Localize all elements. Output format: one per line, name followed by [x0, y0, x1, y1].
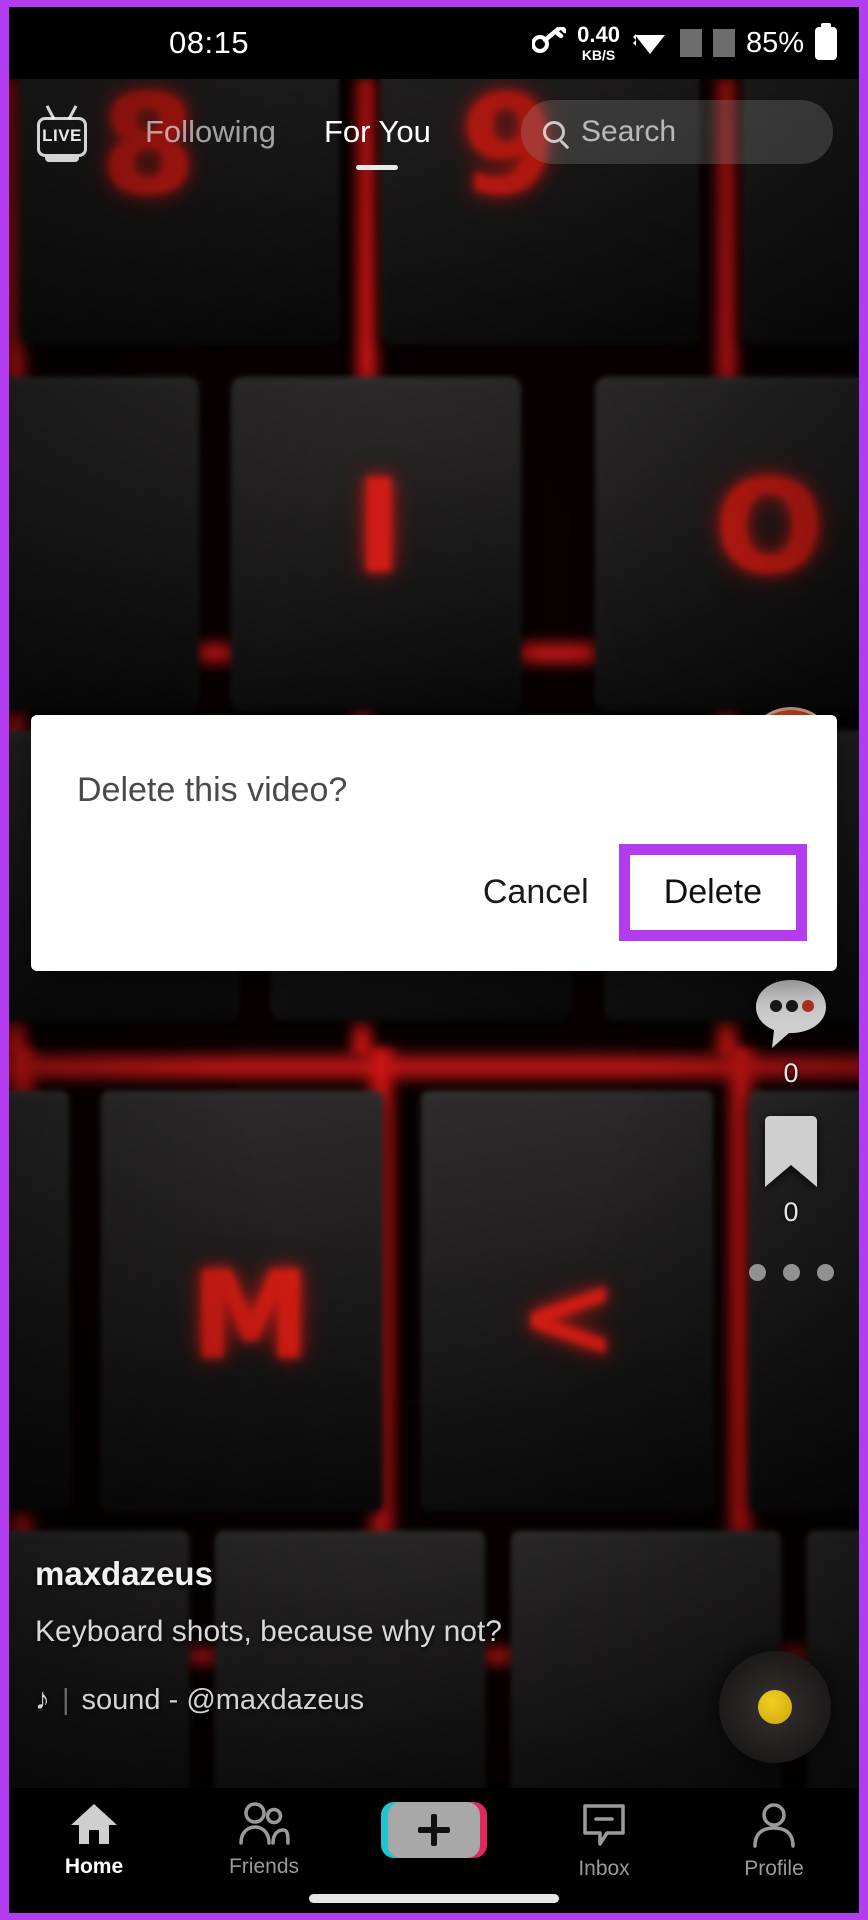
comment-button[interactable]: 0 [752, 976, 830, 1089]
nav-label-inbox: Inbox [578, 1857, 630, 1880]
network-speed: 0.40 KB/S [577, 22, 620, 63]
nav-item-friends[interactable]: Friends [179, 1802, 349, 1879]
bookmark-icon [765, 1116, 817, 1187]
search-placeholder: Search [581, 115, 677, 148]
sim1-signal-icon [680, 29, 702, 57]
active-tab-indicator [356, 165, 399, 170]
nav-item-create[interactable] [349, 1802, 519, 1867]
top-navigation: LIVE Following For You Search [9, 97, 859, 170]
screenshot-frame: 8 9 I O M < 08:15 0.40 KB/S 85% LIVE Fol… [0, 0, 868, 1920]
tab-for-you[interactable]: For You [322, 110, 433, 170]
comment-count: 0 [783, 1058, 799, 1088]
home-icon [71, 1804, 117, 1844]
wifi-icon [631, 26, 669, 61]
home-indicator [309, 1894, 559, 1903]
dialog-actions: Cancel Delete [31, 810, 837, 971]
inbox-icon [583, 1804, 625, 1846]
music-separator: | [62, 1683, 70, 1716]
music-label: sound - @maxdazeus [81, 1683, 365, 1716]
status-bar: 08:15 0.40 KB/S 85% [9, 7, 859, 79]
battery-percent: 85% [745, 26, 804, 59]
key-icon [531, 23, 568, 60]
caption-text: Keyboard shots, because why not? [35, 1615, 502, 1648]
delete-button[interactable]: Delete [629, 855, 796, 930]
search-button[interactable]: Search [521, 100, 833, 164]
profile-icon [753, 1803, 795, 1848]
video-caption: maxdazeus Keyboard shots, because why no… [35, 1555, 595, 1717]
music-note-icon: ♪ [35, 1683, 50, 1716]
search-icon [543, 121, 565, 143]
delete-confirm-dialog: Delete this video? Cancel Delete [31, 715, 837, 971]
sim2-signal-icon [713, 29, 735, 57]
nav-item-profile[interactable]: Profile [689, 1802, 859, 1881]
nav-label-home: Home [64, 1855, 124, 1878]
nav-item-home[interactable]: Home [9, 1802, 179, 1879]
net-speed-unit: KB/S [581, 47, 616, 63]
tab-following-label: Following [145, 114, 276, 149]
nav-label-friends: Friends [228, 1855, 300, 1878]
tab-following[interactable]: Following [143, 110, 278, 154]
nav-label-profile: Profile [744, 1857, 804, 1880]
dialog-title: Delete this video? [77, 771, 348, 809]
create-plus-icon[interactable] [381, 1802, 487, 1858]
battery-icon [815, 26, 837, 60]
comment-icon [756, 980, 826, 1048]
music-info[interactable]: ♪ | sound - @maxdazeus [35, 1683, 595, 1717]
tab-for-you-label: For You [323, 114, 431, 149]
status-clock: 08:15 [169, 25, 250, 60]
phone-screen: 8 9 I O M < 08:15 0.40 KB/S 85% LIVE Fol… [9, 7, 859, 1913]
share-dots-icon[interactable] [748, 1264, 834, 1281]
disc-hub [758, 1690, 792, 1724]
nav-item-inbox[interactable]: Inbox [519, 1802, 689, 1881]
status-icons: 0.40 KB/S 85% [531, 22, 837, 63]
live-label: LIVE [42, 126, 82, 145]
live-tv-icon[interactable]: LIVE [35, 105, 89, 162]
bottom-navigation: Home Friends Inbox Profile [9, 1788, 859, 1913]
bookmark-button[interactable]: 0 [759, 1115, 823, 1228]
cancel-button[interactable]: Cancel [459, 859, 613, 926]
bookmark-count: 0 [783, 1197, 799, 1227]
delete-button-highlight: Delete [618, 844, 807, 941]
friends-icon [239, 1802, 290, 1845]
net-speed-value: 0.40 [577, 22, 620, 47]
caption-username[interactable]: maxdazeus [35, 1555, 595, 1593]
vinyl-disc-icon[interactable] [719, 1651, 831, 1763]
